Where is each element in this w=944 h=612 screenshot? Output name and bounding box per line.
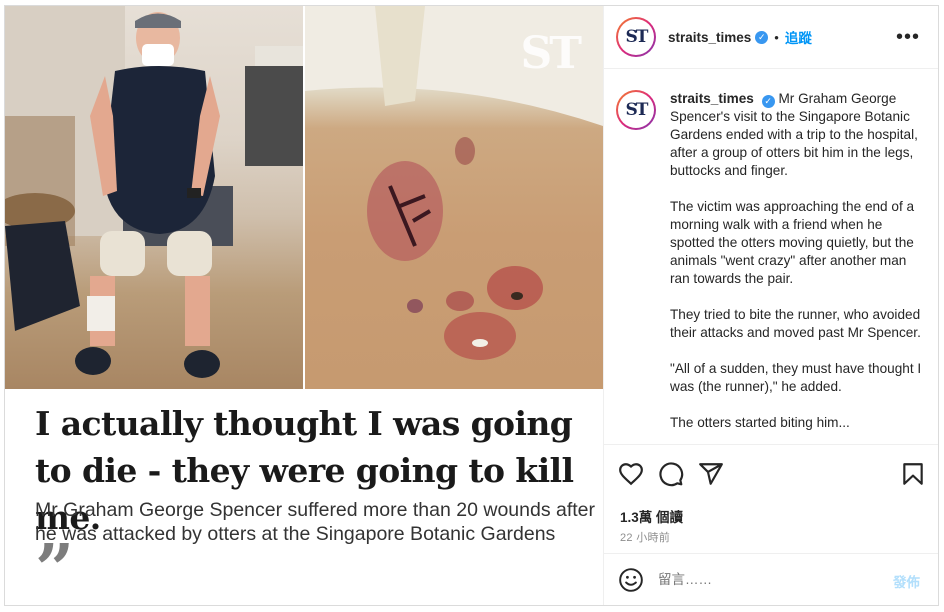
caption-avatar[interactable]: ST [616, 90, 656, 130]
image-subhead: Mr Graham George Spencer suffered more t… [35, 499, 596, 545]
post-header: ST straits_times ✓ • 追蹤 ••• [604, 6, 938, 69]
post-modal: ST I actually thought I was going to die… [4, 5, 939, 606]
separator-dot: • [774, 29, 779, 45]
caption-paragraph: They tried to bite the runner, who avoid… [670, 307, 921, 340]
comment-input[interactable] [658, 572, 858, 587]
post-side-panel: ST straits_times ✓ • 追蹤 ••• ST straits_t… [603, 6, 938, 605]
header-username[interactable]: straits_times [668, 30, 751, 45]
action-bar: 1.3萬 個讀 22 小時前 [604, 444, 938, 562]
view-count[interactable]: 1.3萬 個讀 [620, 506, 683, 526]
heart-icon[interactable] [618, 461, 644, 487]
caption-username[interactable]: straits_times [670, 91, 754, 106]
caption-scroll-area[interactable]: ST straits_times ✓ Mr Graham George Spen… [604, 70, 938, 444]
quote-icon: ” [35, 530, 75, 605]
post-image[interactable]: ST I actually thought I was going to die… [5, 6, 603, 605]
photo-man-seated [5, 6, 303, 389]
caption-paragraph: The otters started biting him... [670, 415, 850, 430]
caption-paragraph: The victim was approaching the end of a … [670, 199, 915, 286]
caption-avatar-logo: ST [625, 100, 649, 120]
comment-bar: 發佈 [604, 553, 938, 605]
post-comment-button[interactable]: 發佈 [893, 571, 920, 591]
verified-badge-icon: ✓ [755, 30, 769, 44]
avatar[interactable]: ST [616, 17, 656, 57]
more-options-icon[interactable]: ••• [896, 26, 920, 49]
caption-verified-badge-icon: ✓ [761, 94, 775, 108]
comment-icon[interactable] [658, 461, 684, 487]
follow-button[interactable]: 追蹤 [785, 27, 812, 47]
bookmark-icon[interactable] [900, 461, 926, 487]
caption-row: ST straits_times ✓ Mr Graham George Spen… [616, 90, 924, 444]
share-icon[interactable] [698, 461, 724, 487]
man-illustration [5, 6, 303, 378]
watermark-logo: ST [520, 28, 582, 79]
avatar-logo: ST [625, 27, 649, 47]
caption-text: straits_times ✓ Mr Graham George Spencer… [670, 90, 924, 444]
photo-wounds: ST [305, 6, 603, 389]
post-timestamp[interactable]: 22 小時前 [620, 529, 670, 545]
emoji-icon[interactable] [618, 567, 644, 593]
caption-paragraph: "All of a sudden, they must have thought… [670, 361, 922, 394]
